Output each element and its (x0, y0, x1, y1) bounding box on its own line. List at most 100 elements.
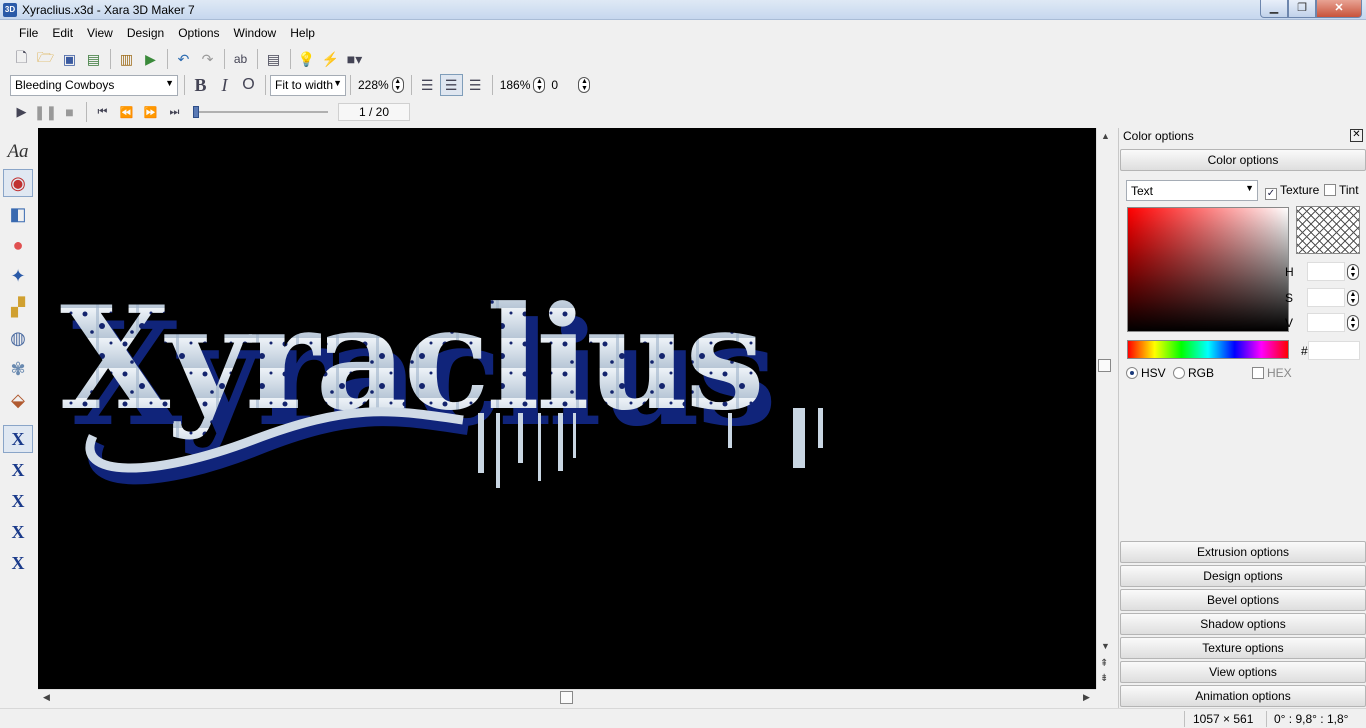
menu-help[interactable]: Help (283, 22, 322, 44)
lighting-tool[interactable]: ✦ (3, 262, 33, 290)
new-document-icon[interactable]: 🗋 (10, 48, 33, 70)
extrusion-options-button[interactable]: Extrusion options (1120, 541, 1366, 563)
menu-options[interactable]: Options (171, 22, 226, 44)
spin-arrows-icon[interactable]: ▲ ▼ (1347, 264, 1359, 280)
horizontal-scrollbar[interactable]: ◀ ▶ (38, 689, 1096, 705)
animation-x-tool-4[interactable]: X (3, 518, 33, 546)
size-spinner[interactable]: 186% ▲ ▼ (497, 75, 549, 95)
hex-input[interactable] (1308, 341, 1360, 360)
close-button[interactable]: ✕ (1316, 0, 1362, 18)
saturation-value-picker[interactable] (1127, 207, 1289, 332)
bevel-tool[interactable]: ● (3, 231, 33, 259)
fit-mode-select[interactable]: Fit to width ▼ (270, 74, 346, 96)
redo-icon[interactable]: ↷ (196, 48, 219, 70)
shadow-options-button[interactable]: Shadow options (1120, 613, 1366, 635)
bevel-options-button[interactable]: Bevel options (1120, 589, 1366, 611)
animation-x-tool-3[interactable]: X (3, 487, 33, 515)
slider-thumb[interactable] (193, 106, 199, 118)
align-center-button[interactable]: ☰ (439, 74, 463, 96)
texture-checkbox[interactable]: ✓ Texture (1265, 183, 1319, 200)
undo-icon[interactable]: ↶ (172, 48, 195, 70)
spell-check-icon[interactable]: ab (229, 48, 252, 70)
previous-frame-icon[interactable]: ⏪ (115, 101, 138, 123)
maximize-button[interactable]: ❐ (1288, 0, 1316, 18)
vertical-scrollbar[interactable]: ▲ ▼ ⇞ ⇟ (1096, 128, 1112, 689)
animation-x-tool-1[interactable]: X (3, 425, 33, 453)
first-frame-icon[interactable]: ⏮ (91, 101, 114, 123)
outline-button[interactable]: O (237, 74, 260, 96)
value-label: V (1285, 316, 1294, 330)
menu-view[interactable]: View (80, 22, 120, 44)
spin-arrows-icon[interactable]: ▲ ▼ (578, 77, 591, 93)
color-tool[interactable]: ◉ (3, 169, 33, 197)
text-tool[interactable]: Aa (3, 138, 33, 166)
bold-button[interactable]: B (189, 74, 212, 96)
background-tool[interactable]: ⬙ (3, 386, 33, 414)
menu-design[interactable]: Design (120, 22, 171, 44)
font-select[interactable]: Bleeding Cowboys ▼ (10, 74, 178, 96)
open-folder-icon[interactable]: 🗁 (34, 48, 57, 70)
stop-icon[interactable]: ■ (58, 101, 81, 123)
panel-header: Color options ✕ (1119, 128, 1366, 145)
zoom-out-icon[interactable]: ⇟ (1100, 673, 1108, 684)
saturation-input[interactable] (1307, 288, 1345, 307)
animation-options-button[interactable]: Animation options (1120, 685, 1366, 707)
zoom-spinner[interactable]: 228% ▲ ▼ (355, 75, 407, 95)
texture-swatch[interactable] (1296, 206, 1360, 254)
frame-slider[interactable] (193, 105, 328, 119)
design-options-button[interactable]: Design options (1120, 565, 1366, 587)
color-target-select[interactable]: Text ▼ (1126, 180, 1258, 201)
scroll-right-icon[interactable]: ▶ (1083, 692, 1090, 703)
animation-x-tool-2[interactable]: X (3, 456, 33, 484)
play-icon[interactable]: ▶ (10, 101, 33, 123)
color-options-button[interactable]: Color options (1120, 149, 1366, 171)
next-frame-icon[interactable]: ⏩ (139, 101, 162, 123)
import-design-icon[interactable]: ▥ (115, 48, 138, 70)
texture-label: Texture (1280, 183, 1320, 197)
spin-arrows-icon[interactable]: ▲ ▼ (391, 77, 404, 93)
hex-checkbox[interactable]: HEX (1252, 366, 1292, 380)
scroll-left-icon[interactable]: ◀ (43, 692, 50, 703)
save-icon[interactable]: ▣ (58, 48, 81, 70)
hue-slider[interactable] (1127, 340, 1289, 359)
spin-arrows-icon[interactable]: ▲ ▼ (1347, 315, 1359, 331)
view-options-button[interactable]: View options (1120, 661, 1366, 683)
menu-edit[interactable]: Edit (45, 22, 80, 44)
menu-window[interactable]: Window (227, 22, 284, 44)
hsv-radio[interactable]: HSV (1126, 366, 1166, 380)
animation-icon[interactable]: ▤ (262, 48, 285, 70)
export-icon[interactable]: ▤ (82, 48, 105, 70)
design-canvas[interactable]: Xyraclius Xyraclius (38, 128, 1096, 689)
horizontal-scroll-thumb[interactable] (560, 691, 573, 704)
hue-input[interactable] (1307, 262, 1345, 281)
light-bulb-icon[interactable]: 💡 (295, 48, 318, 70)
zoom-in-icon[interactable]: ⇞ (1100, 658, 1108, 669)
spin-arrows-icon[interactable]: ▲ ▼ (533, 77, 546, 93)
design-tool[interactable]: ✾ (3, 355, 33, 383)
italic-button[interactable]: I (213, 74, 236, 96)
last-frame-icon[interactable]: ⏭ (163, 101, 186, 123)
lightning-icon[interactable]: ⚡ (319, 48, 342, 70)
align-right-button[interactable]: ☰ (464, 74, 487, 96)
rgb-radio[interactable]: RGB (1173, 366, 1214, 380)
spacing-spinner[interactable]: 0 ▲ ▼ (548, 75, 593, 95)
shadow-tool[interactable]: ▞ (3, 293, 33, 321)
value-input[interactable] (1307, 313, 1345, 332)
import-icon[interactable]: ▶ (139, 48, 162, 70)
menu-file[interactable]: File (12, 22, 45, 44)
texture-tool[interactable]: ◍ (3, 324, 33, 352)
texture-options-button[interactable]: Texture options (1120, 637, 1366, 659)
scroll-up-icon[interactable]: ▲ (1101, 131, 1110, 141)
checkbox-checked-icon: ✓ (1265, 188, 1277, 200)
close-icon[interactable]: ✕ (1350, 129, 1363, 142)
frame-icon[interactable]: ■▾ (343, 48, 366, 70)
scroll-down-icon[interactable]: ▼ (1101, 641, 1110, 651)
extrusion-tool[interactable]: ◧ (3, 200, 33, 228)
minimize-button[interactable]: ▁ (1260, 0, 1288, 18)
tint-checkbox[interactable]: Tint (1324, 183, 1359, 197)
vertical-scroll-thumb[interactable] (1098, 359, 1111, 372)
animation-x-tool-5[interactable]: X (3, 549, 33, 577)
align-left-button[interactable]: ☰ (416, 74, 439, 96)
spin-arrows-icon[interactable]: ▲ ▼ (1347, 290, 1359, 306)
pause-icon[interactable]: ❚❚ (34, 101, 57, 123)
